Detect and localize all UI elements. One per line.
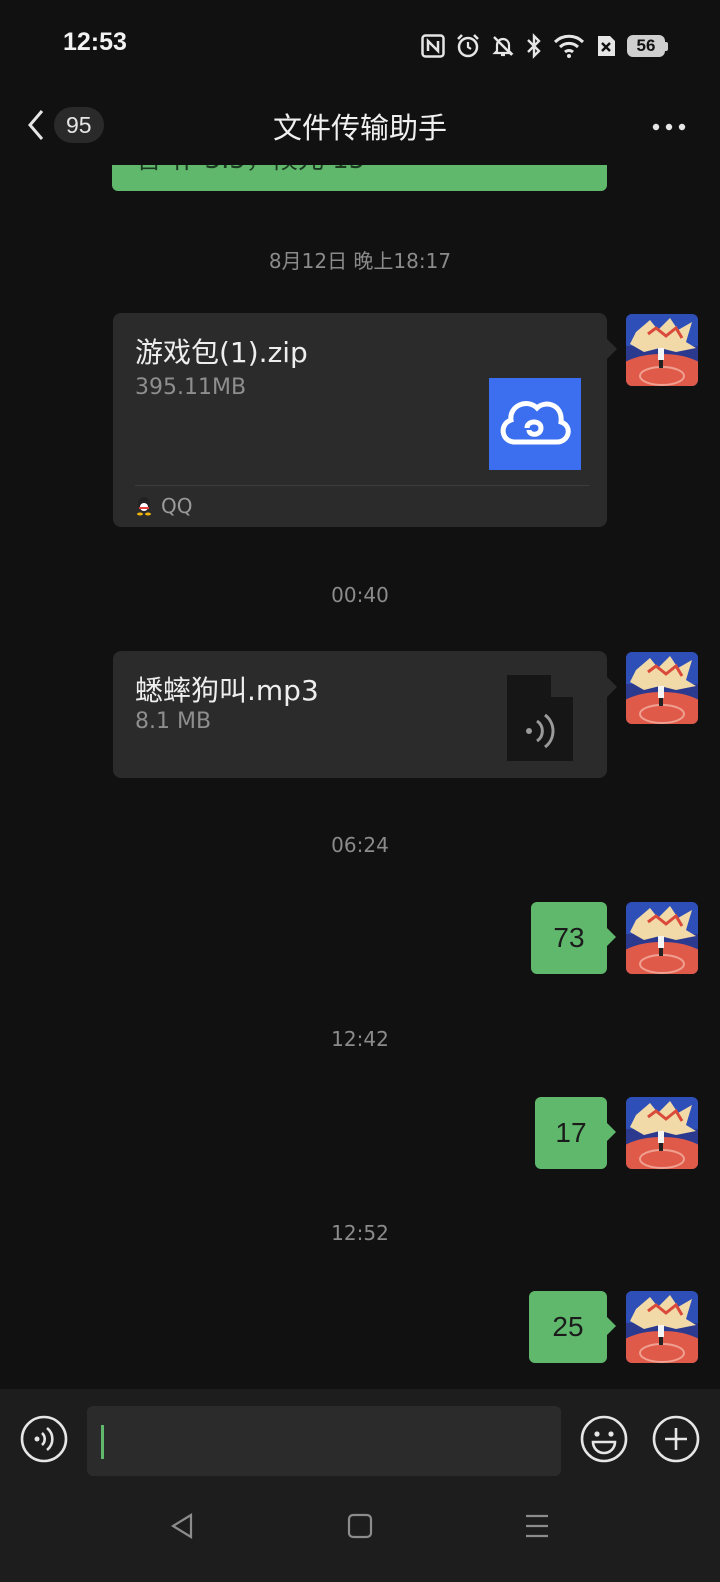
message-text: 25 [552,1311,584,1342]
battery-icon: 56 [627,35,668,57]
nav-back-icon [170,1513,193,1539]
page-title: 文件传输助手 [272,111,447,145]
emoji-button[interactable] [580,1415,628,1467]
timestamp: 12:52 [331,1221,389,1245]
title-bar: 95 文件传输助手 [0,95,720,165]
more-dots-icon [652,123,686,131]
qq-icon [137,497,151,516]
avatar[interactable] [626,1291,698,1363]
file-message-zip[interactable]: 游戏包(1).zip 395.11MB QQ [113,313,617,527]
timestamp: 00:40 [331,583,389,607]
file-name: 游戏包(1).zip [135,336,308,369]
text-message[interactable]: 17 [535,1097,616,1169]
timestamp: 06:24 [331,833,389,857]
message-input[interactable] [87,1406,561,1476]
plus-icon [652,1415,700,1463]
avatar[interactable] [626,902,698,974]
nav-menu-button[interactable] [524,1512,550,1544]
status-time: 12:53 [63,28,127,56]
baidu-cloud-icon [489,378,581,470]
timestamp: 12:42 [331,1027,389,1051]
file-message-mp3[interactable]: 蟋蟀狗叫.mp3 8.1 MB [113,651,617,778]
wifi-icon [553,34,585,58]
text-message[interactable]: 73 [531,902,616,974]
avatar[interactable] [626,314,698,386]
file-source-label: QQ [161,494,193,518]
voice-button[interactable] [20,1415,68,1467]
text-message[interactable]: 25 [529,1291,616,1363]
nav-back-button[interactable] [169,1512,195,1544]
emoji-icon [580,1415,628,1463]
bluetooth-icon [527,33,541,59]
divider [135,485,589,486]
file-source: QQ [135,494,192,518]
more-button[interactable] [652,117,686,136]
sim-off-icon [598,36,615,56]
voice-icon [20,1415,68,1463]
message-text: 73 [553,922,585,953]
status-bar: 12:53 56 [0,0,720,95]
file-size: 395.11MB [135,375,247,400]
add-button[interactable] [652,1415,700,1467]
battery-level: 56 [627,35,665,57]
file-size: 8.1 MB [135,709,212,734]
timestamp: 8月12日 晚上18:17 [268,249,452,273]
nav-home-button[interactable] [347,1512,373,1544]
status-icons: 56 [421,33,668,59]
avatar[interactable] [626,1097,698,1169]
file-name: 蟋蟀狗叫.mp3 [135,674,319,707]
nfc-icon [421,34,445,58]
mute-icon [492,36,514,57]
chat-area[interactable]: 替 补 3.5，候元 15 8月12日 晚上18:17 游戏包(1).zip 3… [0,95,720,1388]
avatar[interactable] [626,652,698,724]
alarm-icon [457,34,479,58]
text-caret [101,1425,104,1459]
system-nav-bar [0,1490,720,1582]
nav-home-icon [347,1513,373,1539]
message-text: 17 [555,1117,587,1148]
nav-menu-icon [526,1514,548,1538]
audio-file-icon [507,675,573,761]
